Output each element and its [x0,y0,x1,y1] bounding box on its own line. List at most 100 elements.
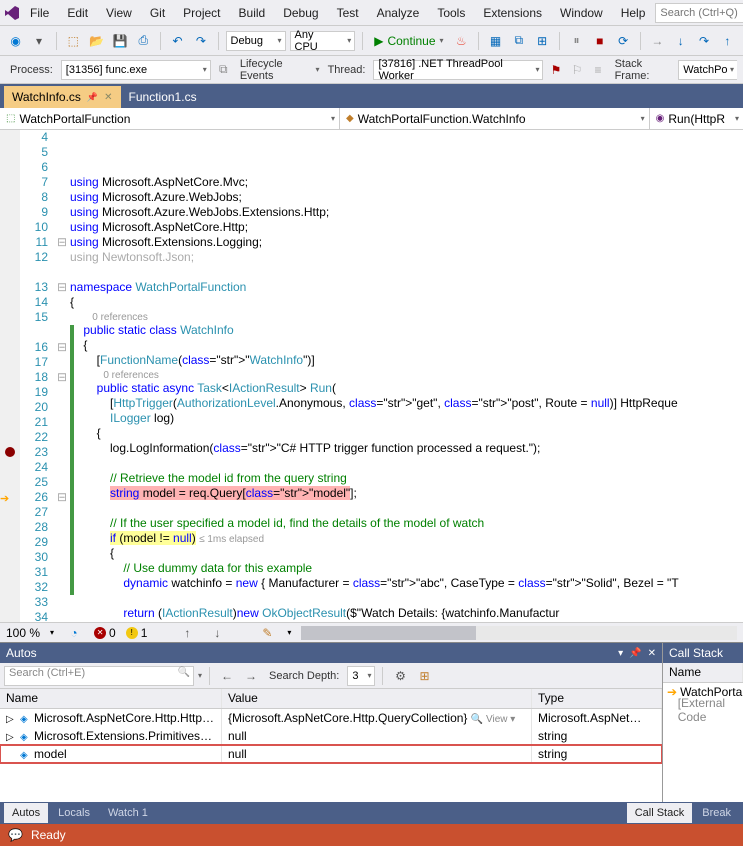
autohide-icon[interactable]: 📌 [629,648,641,659]
forward-nav-icon[interactable]: ▾ [29,31,48,51]
nav-project-label: WatchPortalFunction [19,112,130,126]
autos-row[interactable]: ▷◈Microsoft.Extensions.Primitives.S…null… [0,727,662,745]
filter-icon[interactable]: ⚙ [390,666,410,686]
breakpoint-gutter[interactable]: ➔ [0,130,20,622]
search-back-icon[interactable]: ← [217,666,237,686]
editor-nav-bar: ⬚ WatchPortalFunction ◆ WatchPortalFunct… [0,108,743,130]
tab-function1[interactable]: Function1.cs [121,86,205,108]
pause-icon[interactable]: ⏸ [567,31,586,51]
menu-edit[interactable]: Edit [59,3,96,23]
outlining-gutter[interactable]: ⊟⊟⊟⊟⊟ [54,130,70,622]
col-name[interactable]: Name [0,689,222,708]
stop-icon[interactable]: ■ [590,31,609,51]
brush-icon[interactable]: ✎ [257,623,277,643]
expand-icon[interactable]: ▷ [6,732,18,743]
bottom-panels: Autos ▾ 📌 ✕ Search (Ctrl+E) ▾ ← → Search… [0,642,743,802]
var-type: Microsoft.AspNet… [538,711,641,725]
new-project-icon[interactable]: ⬚ [64,31,83,51]
menu-test[interactable]: Test [329,3,367,23]
prev-issue-icon[interactable]: ↑ [177,623,197,643]
pin-icon[interactable]: 📌 [87,92,98,103]
menu-bar: File Edit View Git Project Build Debug T… [0,0,743,26]
menu-project[interactable]: Project [175,3,228,23]
close-icon[interactable]: ✕ [104,92,112,103]
show-next-icon[interactable]: → [648,31,667,51]
continue-button[interactable]: ▶ Continue ▾ [370,34,447,48]
step-into-icon[interactable]: ↓ [671,31,690,51]
undo-icon[interactable]: ↶ [168,31,187,51]
autos-row[interactable]: ▷◈Microsoft.AspNetCore.Http.Http…{Micros… [0,709,662,727]
restart-icon[interactable]: ⟳ [613,31,632,51]
menu-help[interactable]: Help [613,3,654,23]
step-out-icon[interactable]: ↑ [718,31,737,51]
thread-combo[interactable]: [37816] .NET ThreadPool Worker [373,60,543,80]
flag-icon[interactable]: ⚑ [547,60,564,80]
save-all-icon[interactable]: ⎙ [134,31,153,51]
lifecycle-icon[interactable]: ⧉ [215,60,232,80]
tool3-icon[interactable]: ⊞ [532,31,551,51]
nav-class-combo[interactable]: ◆ WatchPortalFunction.WatchInfo [340,108,650,129]
health-icon[interactable]: ◔ [64,623,84,643]
tab-label: WatchInfo.cs [12,90,81,104]
step-over-icon[interactable]: ↷ [694,31,713,51]
search-fwd-icon[interactable]: → [241,666,261,686]
quick-launch-search[interactable] [655,3,743,23]
step-tool-icon[interactable]: ▦ [486,31,505,51]
autos-search[interactable]: Search (Ctrl+E) [4,666,194,686]
solution-config-combo[interactable]: Debug [226,31,286,51]
window-menu-icon[interactable]: ▾ [618,648,623,659]
tree-icon[interactable]: ⊞ [414,666,434,686]
btab-breakpoints[interactable]: Break [694,803,739,823]
menu-debug[interactable]: Debug [275,3,326,23]
callstack-row[interactable]: [External Code [663,701,743,719]
callstack-body[interactable]: ➔WatchPortalFu[External Code [663,683,743,802]
stackframe-combo[interactable]: WatchPo [678,60,737,80]
menu-extensions[interactable]: Extensions [475,3,550,23]
next-issue-icon[interactable]: ↓ [207,623,227,643]
col-name[interactable]: Name [663,663,743,682]
code-area[interactable]: using Microsoft.AspNetCore.Mvc;using Mic… [70,130,743,622]
col-value[interactable]: Value [222,689,532,708]
horizontal-scrollbar[interactable] [301,626,737,640]
autos-panel: Autos ▾ 📌 ✕ Search (Ctrl+E) ▾ ← → Search… [0,643,663,802]
process-combo[interactable]: [31356] func.exe [61,60,211,80]
hot-reload-icon[interactable]: ♨ [452,31,471,51]
menu-view[interactable]: View [98,3,140,23]
autos-row[interactable]: ◈modelnullstring [0,745,662,763]
solution-platform-combo[interactable]: Any CPU [290,31,356,51]
menu-window[interactable]: Window [552,3,611,23]
screenshot-icon[interactable]: ⧉ [509,31,528,51]
redo-icon[interactable]: ↷ [191,31,210,51]
btab-autos[interactable]: Autos [4,803,48,823]
btab-locals[interactable]: Locals [50,803,98,823]
threads2-icon[interactable]: ≡ [590,60,607,80]
variable-icon: ◈ [20,732,32,743]
visualizer-icon[interactable]: 🔍 View ▾ [471,714,516,725]
save-icon[interactable]: 💾 [110,31,129,51]
btab-watch1[interactable]: Watch 1 [100,803,156,823]
nav-project-combo[interactable]: ⬚ WatchPortalFunction [0,108,340,129]
callstack-title: Call Stack [669,646,723,660]
back-nav-icon[interactable]: ◉ [6,31,25,51]
menu-git[interactable]: Git [142,3,173,23]
nav-method-combo[interactable]: ◉ Run(HttpR [650,108,743,129]
menu-build[interactable]: Build [231,3,274,23]
close-icon[interactable]: ✕ [648,648,656,659]
col-type[interactable]: Type [532,689,662,708]
search-depth-combo[interactable]: 3 [347,666,375,686]
menu-file[interactable]: File [22,3,57,23]
warning-count[interactable]: !1 [126,626,148,640]
menu-tools[interactable]: Tools [429,3,473,23]
zoom-level[interactable]: 100 % [6,626,40,640]
autos-grid-body[interactable]: ▷◈Microsoft.AspNetCore.Http.Http…{Micros… [0,709,662,802]
btab-callstack[interactable]: Call Stack [627,803,693,823]
tab-watchinfo[interactable]: WatchInfo.cs 📌 ✕ [4,86,121,108]
expand-icon[interactable]: ▷ [6,714,18,725]
menu-analyze[interactable]: Analyze [369,3,428,23]
threads-icon[interactable]: ⚐ [569,60,586,80]
code-editor[interactable]: ➔ 45678910111213141516171819202122232425… [0,130,743,622]
open-icon[interactable]: 📂 [87,31,106,51]
error-count[interactable]: ✕0 [94,626,116,640]
output-icon[interactable]: 💬 [8,828,23,842]
breakpoint-icon[interactable] [5,447,15,457]
